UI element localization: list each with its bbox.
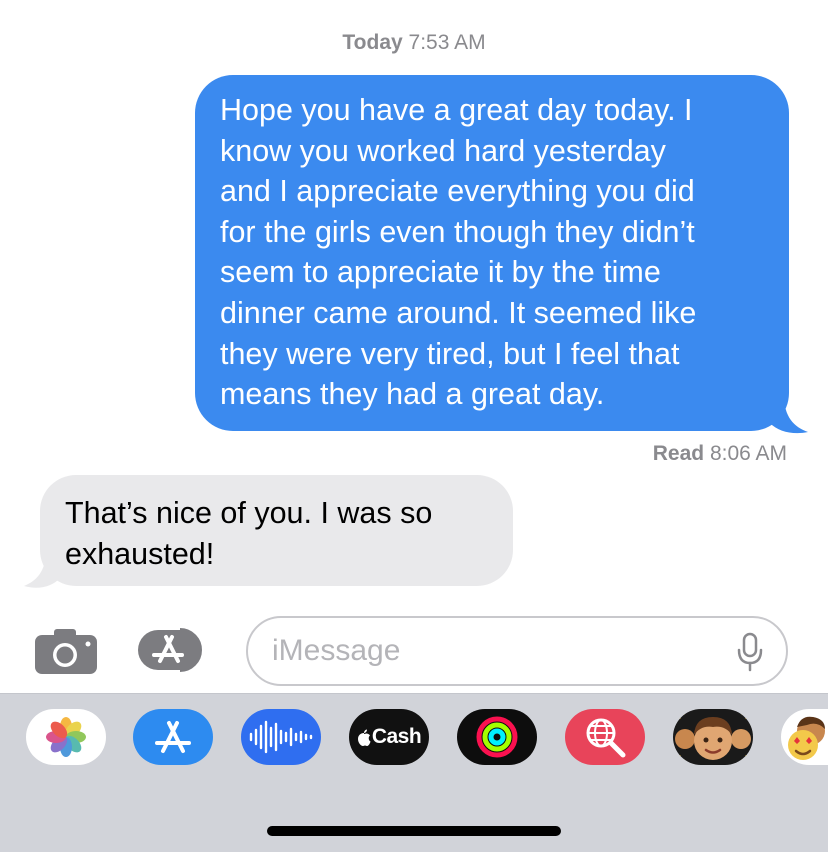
microphone-icon — [737, 632, 763, 672]
read-label: Read — [652, 442, 705, 465]
dictation-button[interactable] — [736, 632, 764, 672]
apps-button[interactable] — [136, 626, 216, 674]
timestamp-day: Today — [342, 31, 403, 54]
waveform-icon — [249, 720, 313, 754]
home-indicator[interactable] — [267, 826, 561, 836]
app-photos[interactable] — [26, 709, 106, 765]
app-drawer: Cash — [0, 693, 828, 852]
app-memoji[interactable] — [673, 709, 753, 765]
outgoing-message-bubble[interactable]: Hope you have a great day today. I know … — [195, 75, 789, 431]
cash-icon — [357, 729, 371, 746]
timestamp-time: 7:53 AM — [408, 31, 486, 54]
app-store-icon — [155, 721, 191, 753]
app-app-store[interactable] — [133, 709, 213, 765]
app-memoji-stickers[interactable] — [781, 709, 828, 765]
app-images-search[interactable] — [565, 709, 645, 765]
app-audio-message[interactable] — [241, 709, 321, 765]
outgoing-line: know you worked hard yesterday — [220, 133, 666, 168]
incoming-bubble-tail — [24, 550, 60, 588]
read-time: 8:06 AM — [709, 442, 787, 465]
globe-search-icon — [586, 718, 626, 758]
incoming-message-bubble[interactable]: That’s nice of you. I was so exhausted! — [40, 475, 513, 586]
memoji-icon — [675, 711, 751, 763]
app-fitness[interactable] — [457, 709, 537, 765]
camera-icon — [35, 629, 97, 674]
outgoing-bubble-tail — [770, 395, 808, 434]
incoming-line: That’s nice of you. I was so — [65, 496, 433, 530]
outgoing-line: dinner came around. It seemed like — [220, 295, 697, 330]
camera-button[interactable] — [34, 627, 98, 675]
app-store-icon — [138, 628, 202, 672]
outgoing-line: for the girls even though they didn’t — [220, 214, 695, 249]
incoming-line: exhausted! — [65, 536, 215, 571]
app-apple-cash[interactable]: Cash — [349, 709, 429, 765]
message-composer[interactable] — [246, 616, 788, 686]
cash-label: Cash — [371, 725, 422, 748]
conversation-timestamp: Today 7:53 AM — [0, 31, 828, 55]
memoji-stickers-icon — [788, 716, 825, 760]
read-receipt: Read 8:06 AM — [653, 442, 787, 466]
outgoing-line: means they had a great day. — [220, 377, 605, 412]
imessage-input[interactable] — [272, 630, 702, 672]
photos-icon — [46, 717, 86, 757]
outgoing-line: Hope you have a great day today. I — [220, 93, 693, 127]
outgoing-line: seem to appreciate it by the time — [220, 255, 661, 290]
outgoing-line: they were very tired, but I feel that — [220, 336, 680, 371]
outgoing-line: and I appreciate everything you did — [220, 174, 695, 209]
activity-rings-icon — [476, 716, 518, 758]
